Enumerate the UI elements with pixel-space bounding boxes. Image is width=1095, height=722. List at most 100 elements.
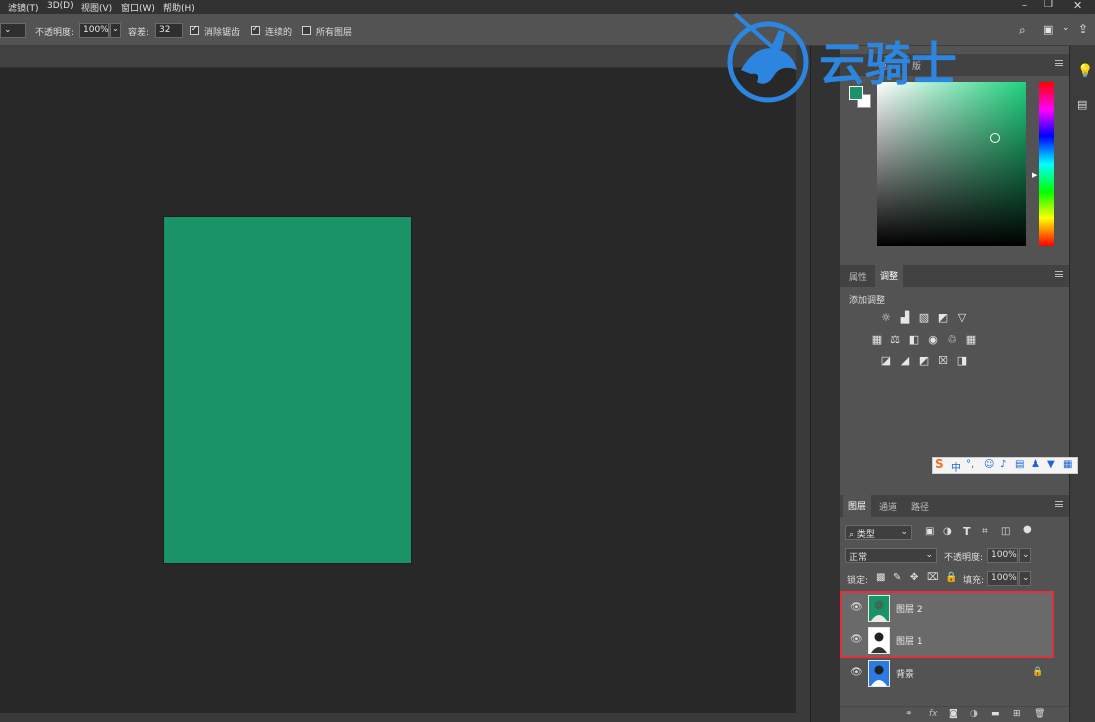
lock-all-icon[interactable]: 🔒 <box>945 572 957 583</box>
opacity-dropdown[interactable]: ⌄ <box>110 23 121 38</box>
tab-properties[interactable]: 属性 <box>849 270 867 283</box>
libraries-icon[interactable]: ▤ <box>1077 98 1087 111</box>
toolbox-icon[interactable]: ▦ <box>1063 459 1072 470</box>
portrait-thumbnail-icon <box>871 665 887 686</box>
add-mask-icon[interactable]: ◙ <box>949 709 958 719</box>
menu-window[interactable]: 窗口(W) <box>121 1 155 14</box>
tab-layers[interactable]: 图层 <box>843 495 872 517</box>
layer-opacity-label: 不透明度: <box>944 553 984 563</box>
visibility-eye-icon[interactable]: 👁 <box>850 667 863 678</box>
lock-icon: 🔒 <box>1032 667 1044 677</box>
emoji-icon[interactable]: ☺ <box>984 459 994 470</box>
layer-row-background[interactable]: 👁 背景 🔒 <box>842 657 1054 689</box>
layer-opacity-field[interactable]: 100% <box>987 548 1018 563</box>
posterize-icon[interactable]: ◢ <box>899 355 911 366</box>
menu-view[interactable]: 视图(V) <box>81 1 112 14</box>
contiguous-checkbox[interactable] <box>251 24 260 35</box>
layer-opacity-dropdown[interactable]: ⌄ <box>1019 548 1031 563</box>
user-icon[interactable]: ♟ <box>1031 459 1040 470</box>
filter-adjustment-icon[interactable]: ◑ <box>943 526 952 537</box>
tab-channels[interactable]: 通道 <box>879 500 897 513</box>
filter-type-icon[interactable]: T <box>963 525 971 538</box>
curves-icon[interactable]: ▧ <box>918 312 930 323</box>
punctuation-icon[interactable]: °, <box>966 459 974 470</box>
fill-dropdown[interactable]: ⌄ <box>1019 571 1031 586</box>
layer-name[interactable]: 背景 <box>896 667 914 680</box>
filter-toggle-icon[interactable]: ● <box>1023 524 1032 535</box>
layers-panel-menu-icon[interactable] <box>1055 501 1063 507</box>
ime-mode-label[interactable]: 中 <box>951 459 961 474</box>
gradient-map-icon[interactable]: ◨ <box>956 355 968 366</box>
vertical-scrollbar[interactable] <box>796 46 810 722</box>
lock-transparent-icon[interactable]: ▩ <box>876 572 885 583</box>
watermark-text: 云骑士 <box>819 37 957 91</box>
color-picker-ring[interactable] <box>990 133 1000 143</box>
workspace-dropdown-icon[interactable]: ⌄ <box>1062 23 1070 33</box>
selective-color-icon[interactable]: ☒ <box>937 355 949 366</box>
photo-filter-icon[interactable]: ◉ <box>927 334 939 345</box>
share-icon[interactable]: ⇪ <box>1078 22 1088 36</box>
link-layers-icon[interactable]: ⚭ <box>905 709 913 719</box>
menu-3d[interactable]: 3D(D) <box>47 1 74 11</box>
color-panel-menu-icon[interactable] <box>1055 60 1063 66</box>
blend-mode-value: 正常 <box>849 553 868 563</box>
delete-layer-icon[interactable]: 🗑 <box>1034 709 1045 719</box>
contiguous-label: 连续的 <box>265 28 293 38</box>
menu-help[interactable]: 帮助(H) <box>163 1 195 14</box>
keyboard-icon[interactable]: ▤ <box>1015 459 1024 470</box>
vibrance-icon[interactable]: ▽ <box>956 312 968 323</box>
exposure-icon[interactable]: ◩ <box>937 312 949 323</box>
new-group-icon[interactable]: ▬ <box>991 709 1000 719</box>
tab-adjustments[interactable]: 调整 <box>875 265 904 287</box>
color-lookup-icon[interactable]: ▦ <box>965 334 977 345</box>
hue-slider[interactable] <box>1039 82 1054 246</box>
foreground-color-swatch[interactable] <box>849 86 863 100</box>
lock-label: 锁定: <box>847 576 869 586</box>
all-layers-checkbox[interactable] <box>302 26 311 35</box>
opacity-field[interactable]: 100% <box>79 23 109 38</box>
layer-filter-dropdown[interactable]: ⌕ 类型 ⌄ <box>845 525 912 540</box>
channel-mixer-icon[interactable]: ♲ <box>946 334 958 345</box>
color-balance-icon[interactable]: ⚖ <box>889 334 901 345</box>
tab-paths[interactable]: 路径 <box>911 500 929 513</box>
tolerance-label: 容差: <box>128 28 150 38</box>
filter-shape-icon[interactable]: ⌗ <box>982 526 988 537</box>
skin-icon[interactable]: ▼ <box>1047 459 1055 470</box>
horizontal-scrollbar[interactable] <box>0 713 796 722</box>
filter-pixel-icon[interactable]: ▣ <box>925 526 934 537</box>
document-canvas[interactable] <box>164 217 411 563</box>
yunqishi-logo: 云骑士 <box>727 12 957 103</box>
restore-icon[interactable]: ❐ <box>1044 0 1053 10</box>
new-adjustment-layer-icon[interactable]: ◑ <box>970 709 978 719</box>
tolerance-field[interactable]: 32 <box>155 23 183 38</box>
black-white-icon[interactable]: ◧ <box>908 334 920 345</box>
tool-preset-dropdown[interactable]: ⌄ <box>0 23 26 38</box>
menu-filter[interactable]: 滤镜(T) <box>8 1 39 14</box>
microphone-icon[interactable]: ♪ <box>1000 459 1006 470</box>
lock-image-icon[interactable]: ✎ <box>893 572 901 583</box>
minimize-icon[interactable]: – <box>1022 0 1027 11</box>
blend-mode-dropdown[interactable]: 正常 ⌄ <box>845 548 937 563</box>
brightness-contrast-icon[interactable]: ☼ <box>880 312 892 323</box>
threshold-icon[interactable]: ◩ <box>918 355 930 366</box>
antialias-checkbox[interactable] <box>190 24 199 35</box>
collapsed-panel-dock <box>810 46 840 722</box>
lock-position-icon[interactable]: ✥ <box>910 572 918 583</box>
adjustments-panel-menu-icon[interactable] <box>1055 271 1063 277</box>
new-layer-icon[interactable]: ⊞ <box>1013 709 1021 719</box>
hue-slider-handle[interactable]: ▶ <box>1032 171 1037 179</box>
all-layers-label: 所有图层 <box>316 28 353 38</box>
right-icon-strip: 💡 ▤ <box>1069 46 1095 722</box>
hue-saturation-icon[interactable]: ▦ <box>871 334 883 345</box>
fill-field[interactable]: 100% <box>987 571 1018 586</box>
close-icon[interactable]: ✕ <box>1073 0 1082 12</box>
layer-filter-label: 类型 <box>856 530 875 540</box>
workspace-icon[interactable]: ▣ <box>1043 23 1053 36</box>
lightbulb-icon[interactable]: 💡 <box>1077 64 1093 79</box>
sogou-logo-icon[interactable]: S <box>935 457 944 471</box>
lock-artboard-icon[interactable]: ⌧ <box>927 572 939 583</box>
filter-smart-object-icon[interactable]: ◫ <box>1001 526 1010 537</box>
levels-icon[interactable]: ▟ <box>899 312 911 323</box>
invert-icon[interactable]: ◪ <box>880 355 892 366</box>
layer-style-icon[interactable]: fx <box>929 709 938 719</box>
